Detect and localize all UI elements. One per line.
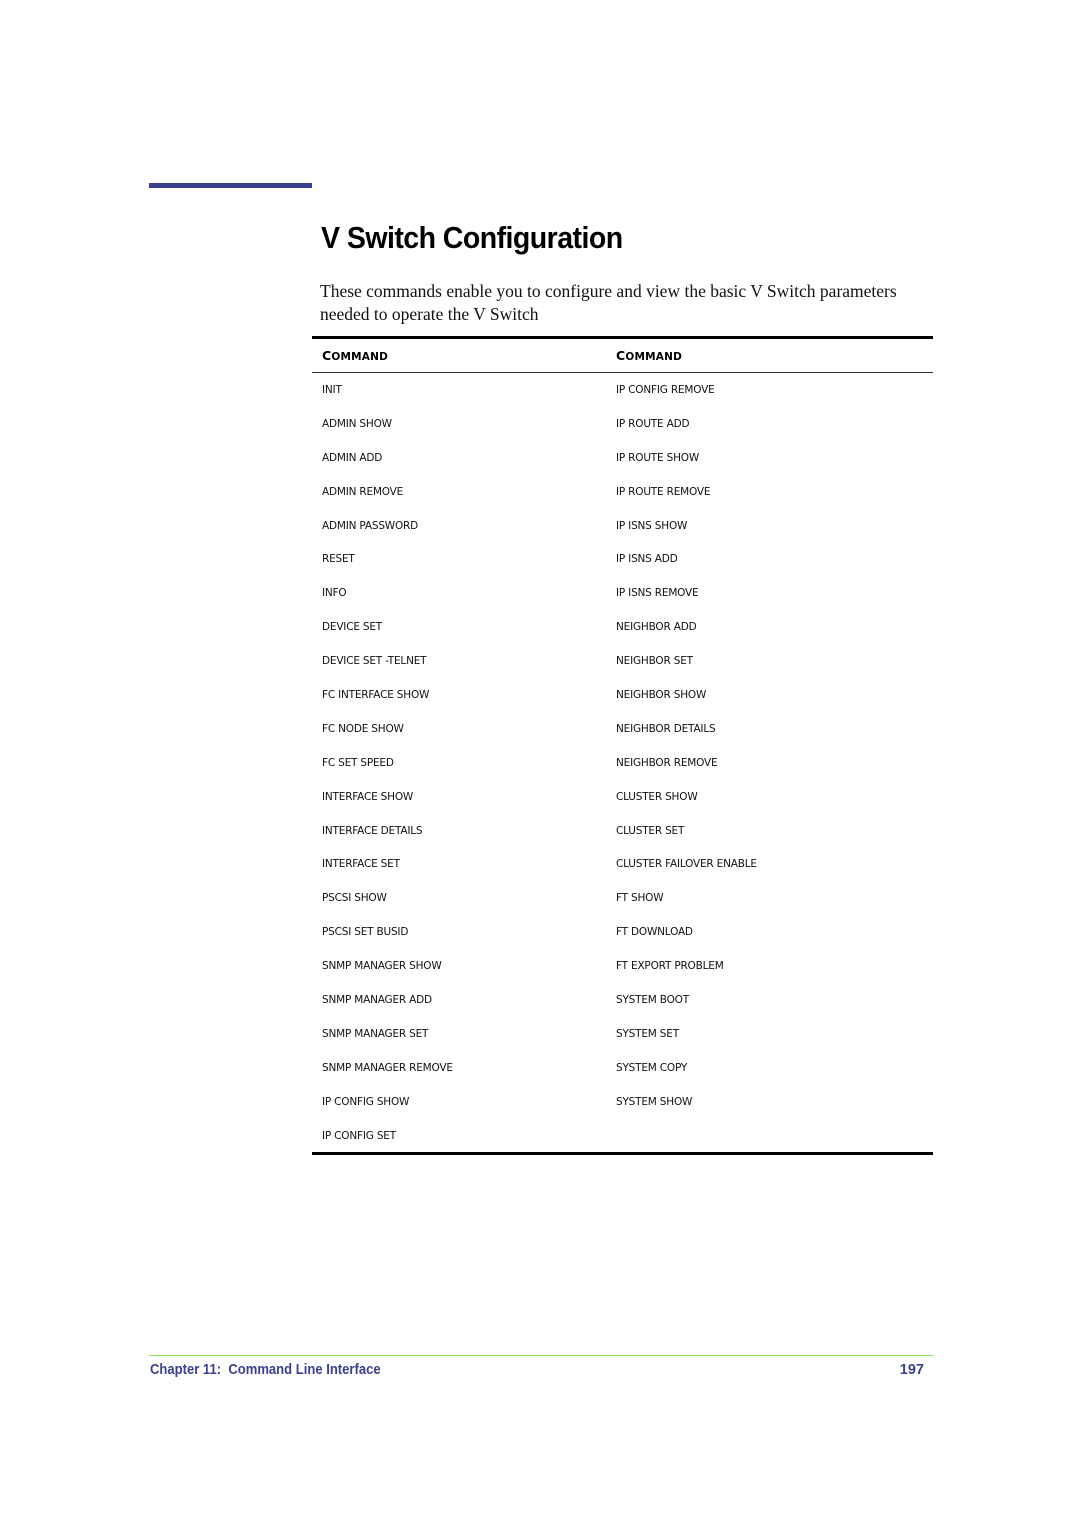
command-cell: NEIGHBOR SET bbox=[616, 655, 693, 668]
table-row: SNMP MANAGER SHOW FT EXPORT PROBLEM bbox=[312, 949, 933, 983]
command-cell: ADMIN SHOW bbox=[322, 417, 392, 430]
command-cell: IP ROUTE SHOW bbox=[616, 451, 700, 464]
column-header-command-2: COMMAND bbox=[606, 336, 933, 373]
table-row: IP CONFIG SHOW SYSTEM SHOW bbox=[312, 1085, 933, 1119]
command-cell: CLUSTER FAILOVER ENABLE bbox=[616, 858, 757, 871]
table-row: FC INTERFACE SHOW NEIGHBOR SHOW bbox=[312, 678, 933, 712]
page-title: V Switch Configuration bbox=[321, 220, 623, 255]
table-row: PSCSI SHOW FT SHOW bbox=[312, 881, 933, 915]
footer-chapter-title: Chapter 11: Command Line Interface bbox=[150, 1362, 381, 1378]
command-cell: SYSTEM SET bbox=[616, 1027, 679, 1040]
command-cell: SYSTEM BOOT bbox=[616, 993, 689, 1006]
command-cell: NEIGHBOR REMOVE bbox=[616, 756, 718, 769]
command-cell: SNMP MANAGER REMOVE bbox=[322, 1061, 453, 1074]
table-row: ADMIN SHOW IP ROUTE ADD bbox=[312, 407, 933, 441]
command-cell: DEVICE SET -TELNET bbox=[322, 655, 427, 668]
command-cell: NEIGHBOR DETAILS bbox=[616, 722, 716, 735]
table-row: FC SET SPEED NEIGHBOR REMOVE bbox=[312, 746, 933, 780]
table-row: INTERFACE DETAILS CLUSTER SET bbox=[312, 814, 933, 848]
table-row: IP CONFIG SET bbox=[312, 1118, 933, 1156]
table-row: INTERFACE SET CLUSTER FAILOVER ENABLE bbox=[312, 847, 933, 881]
table-row: FC NODE SHOW NEIGHBOR DETAILS bbox=[312, 712, 933, 746]
command-cell: ADMIN ADD bbox=[322, 451, 383, 464]
command-cell: FC NODE SHOW bbox=[322, 722, 404, 735]
table-row: SNMP MANAGER ADD SYSTEM BOOT bbox=[312, 983, 933, 1017]
command-cell: IP ROUTE ADD bbox=[616, 417, 690, 430]
table-row: ADMIN REMOVE IP ROUTE REMOVE bbox=[312, 475, 933, 509]
command-cell: SYSTEM COPY bbox=[616, 1061, 688, 1074]
command-cell: INTERFACE SET bbox=[322, 858, 400, 871]
command-cell: FT DOWNLOAD bbox=[616, 926, 693, 939]
command-cell: FT SHOW bbox=[616, 892, 664, 905]
table-row: INTERFACE SHOW CLUSTER SHOW bbox=[312, 780, 933, 814]
command-cell: SYSTEM SHOW bbox=[616, 1095, 693, 1108]
command-cell: CLUSTER SHOW bbox=[616, 790, 698, 803]
command-cell: PSCSI SET BUSID bbox=[322, 926, 409, 939]
command-cell: IP ISNS ADD bbox=[616, 553, 678, 566]
table-row: ADMIN PASSWORD IP ISNS SHOW bbox=[312, 509, 933, 543]
command-cell: INTERFACE SHOW bbox=[322, 790, 414, 803]
command-cell: INFO bbox=[322, 587, 347, 600]
command-cell: IP CONFIG REMOVE bbox=[616, 383, 715, 396]
table-row: INFO IP ISNS REMOVE bbox=[312, 576, 933, 610]
section-rule bbox=[149, 183, 312, 188]
command-cell: IP ISNS REMOVE bbox=[616, 587, 699, 600]
command-cell: FC SET SPEED bbox=[322, 756, 394, 769]
command-cell bbox=[606, 1118, 933, 1156]
command-cell: SNMP MANAGER ADD bbox=[322, 993, 432, 1006]
command-cell: FT EXPORT PROBLEM bbox=[616, 960, 724, 973]
command-cell: NEIGHBOR ADD bbox=[616, 621, 697, 634]
footer-page-number: 197 bbox=[899, 1362, 924, 1378]
command-table-body: INIT IP CONFIG REMOVE ADMIN SHOW IP ROUTE A… bbox=[312, 373, 933, 1156]
command-cell: IP ISNS SHOW bbox=[616, 519, 688, 532]
command-cell: SNMP MANAGER SHOW bbox=[322, 960, 442, 973]
command-cell: RESET bbox=[322, 553, 355, 566]
table-header-row: COMMAND COMMAND bbox=[312, 336, 933, 373]
footer-rule bbox=[149, 1355, 933, 1356]
command-cell: INTERFACE DETAILS bbox=[322, 824, 423, 837]
command-cell: ADMIN PASSWORD bbox=[322, 519, 419, 532]
command-cell: PSCSI SHOW bbox=[322, 892, 387, 905]
table-row: PSCSI SET BUSID FT DOWNLOAD bbox=[312, 915, 933, 949]
table-row: INIT IP CONFIG REMOVE bbox=[312, 373, 933, 407]
command-cell: INIT bbox=[322, 383, 342, 396]
table-row: DEVICE SET NEIGHBOR ADD bbox=[312, 610, 933, 644]
command-cell: NEIGHBOR SHOW bbox=[616, 688, 707, 701]
command-cell: IP CONFIG SHOW bbox=[322, 1095, 410, 1108]
command-cell: SNMP MANAGER SET bbox=[322, 1027, 429, 1040]
command-cell: CLUSTER SET bbox=[616, 824, 685, 837]
command-cell: DEVICE SET bbox=[322, 621, 383, 634]
intro-paragraph: These commands enable you to configure a… bbox=[320, 281, 897, 324]
command-cell: IP CONFIG SET bbox=[312, 1118, 606, 1156]
table-row: SNMP MANAGER SET SYSTEM SET bbox=[312, 1017, 933, 1051]
command-cell: IP ROUTE REMOVE bbox=[616, 485, 711, 498]
command-cell: FC INTERFACE SHOW bbox=[322, 688, 430, 701]
column-header-command-1: COMMAND bbox=[312, 336, 606, 373]
command-table: COMMAND COMMAND INIT IP CONFIG REMOVE ADMI… bbox=[312, 336, 933, 1156]
table-row: ADMIN ADD IP ROUTE SHOW bbox=[312, 441, 933, 475]
command-cell: ADMIN REMOVE bbox=[322, 485, 404, 498]
table-row: DEVICE SET -TELNET NEIGHBOR SET bbox=[312, 644, 933, 678]
table-row: RESET IP ISNS ADD bbox=[312, 542, 933, 576]
table-row: SNMP MANAGER REMOVE SYSTEM COPY bbox=[312, 1051, 933, 1085]
